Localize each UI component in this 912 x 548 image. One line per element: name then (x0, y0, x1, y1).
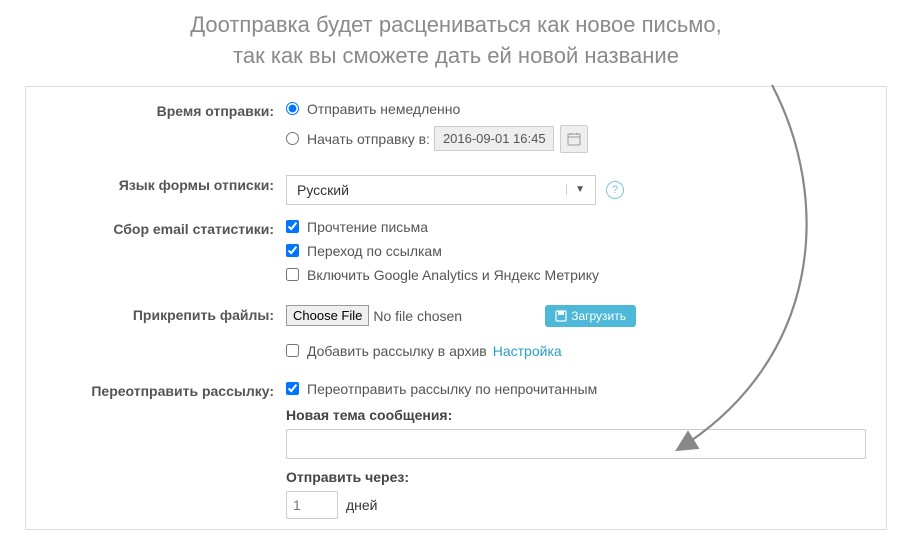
file-status-text: No file chosen (373, 308, 462, 324)
upload-button-label: Загрузить (571, 309, 626, 323)
archive-settings-link[interactable]: Настройка (493, 343, 562, 359)
unsubscribe-lang-select[interactable]: Русский ▼ (286, 175, 596, 205)
row-resend: Переотправить рассылку: Переотправить ра… (26, 381, 886, 519)
calendar-button[interactable] (560, 125, 588, 153)
checkbox-resend-unread[interactable] (286, 382, 299, 395)
settings-panel: Время отправки: Отправить немедленно Нач… (25, 86, 887, 530)
send-after-label: Отправить через: (286, 469, 866, 485)
checkbox-archive-label: Добавить рассылку в архив (307, 343, 487, 359)
new-subject-input[interactable] (286, 429, 866, 459)
new-subject-label: Новая тема сообщения: (286, 407, 866, 423)
annotation-line1: Доотправка будет расцениваться как новое… (0, 10, 912, 41)
calendar-icon (567, 132, 581, 146)
label-unsubscribe-lang: Язык формы отписки: (26, 175, 286, 193)
checkbox-read-tracking[interactable] (286, 220, 299, 233)
annotation-line2: так как вы сможете дать ей новой названи… (0, 41, 912, 72)
days-unit-label: дней (346, 497, 378, 513)
days-input[interactable] (286, 491, 338, 519)
label-send-time: Время отправки: (26, 101, 286, 119)
row-stats: Сбор email статистики: Прочтение письма … (26, 219, 886, 291)
radio-send-scheduled[interactable] (286, 132, 299, 145)
caret-down-icon: ▼ (566, 184, 585, 195)
radio-send-scheduled-label: Начать отправку в: (307, 131, 430, 147)
annotation-text: Доотправка будет расцениваться как новое… (0, 0, 912, 86)
label-attach: Прикрепить файлы: (26, 305, 286, 323)
checkbox-ga-label: Включить Google Analytics и Яндекс Метри… (307, 267, 599, 283)
row-send-time: Время отправки: Отправить немедленно Нач… (26, 101, 886, 161)
scheduled-date-input[interactable] (434, 126, 554, 151)
checkbox-read-label: Прочтение письма (307, 219, 428, 235)
radio-send-now-label: Отправить немедленно (307, 101, 460, 117)
upload-button[interactable]: Загрузить (545, 305, 636, 327)
radio-send-now[interactable] (286, 102, 299, 115)
unsubscribe-lang-value: Русский (297, 182, 349, 198)
help-icon[interactable]: ? (606, 181, 624, 199)
checkbox-add-archive[interactable] (286, 344, 299, 357)
checkbox-resend-label: Переотправить рассылку по непрочитанным (307, 381, 597, 397)
save-icon (555, 310, 567, 322)
row-attach: Прикрепить файлы: Choose File No file ch… (26, 305, 886, 367)
row-unsubscribe-lang: Язык формы отписки: Русский ▼ ? (26, 175, 886, 205)
label-resend: Переотправить рассылку: (26, 381, 286, 399)
choose-file-button[interactable]: Choose File (286, 305, 369, 326)
checkbox-link-tracking[interactable] (286, 244, 299, 257)
checkbox-link-label: Переход по ссылкам (307, 243, 442, 259)
checkbox-ga-tracking[interactable] (286, 268, 299, 281)
label-stats: Сбор email статистики: (26, 219, 286, 237)
